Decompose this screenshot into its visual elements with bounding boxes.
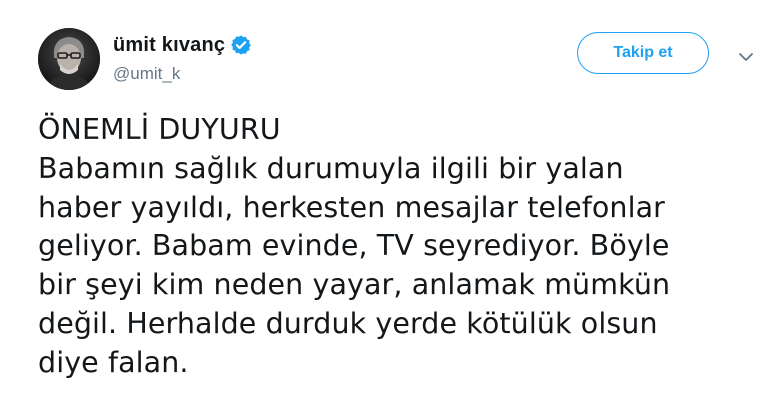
avatar[interactable]	[38, 28, 100, 90]
author-display-name[interactable]: ümit kıvanç	[113, 34, 225, 57]
chevron-down-icon[interactable]	[738, 48, 754, 61]
avatar-portrait-icon	[38, 28, 100, 90]
author-info: ümit kıvanç @umit_k	[113, 32, 252, 84]
tweet-text-line: geliyor. Babam evinde, TV seyrediyor. Bö…	[38, 229, 670, 263]
tweet-header: ümit kıvanç @umit_k Takip et	[38, 28, 758, 90]
tweet-text-line: haber yayıldı, herkesten mesajlar telefo…	[38, 190, 665, 224]
display-name-row: ümit kıvanç	[113, 32, 252, 58]
tweet-text-line: bir şeyi kim neden yayar, anlamak mümkün	[38, 268, 671, 302]
tweet-card: ümit kıvanç @umit_k Takip et ÖNEMLİ DUYU…	[0, 0, 770, 402]
tweet-text-line: değil. Herhalde durduk yerde kötülük ols…	[38, 306, 658, 340]
tweet-text-line: diye falan.	[38, 345, 189, 379]
tweet-text-line: Babamın sağlık durumuyla ilgili bir yala…	[38, 151, 624, 185]
follow-button[interactable]: Takip et	[577, 32, 709, 74]
author-handle[interactable]: @umit_k	[113, 64, 252, 84]
tweet-text-line: ÖNEMLİ DUYURU	[38, 113, 281, 146]
verified-badge-icon	[230, 34, 252, 56]
tweet-text: ÖNEMLİ DUYURU Babamın sağlık durumuyla i…	[38, 111, 758, 383]
